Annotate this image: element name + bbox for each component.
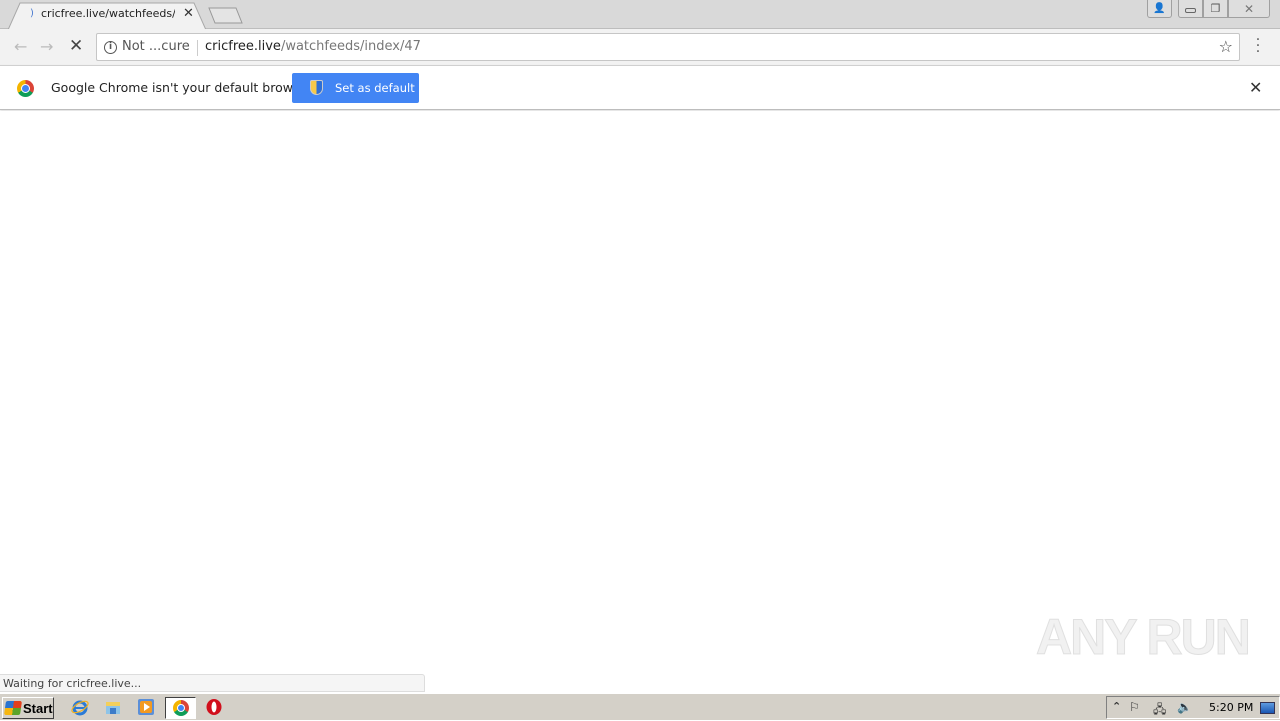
stop-button[interactable]: ✕ [69,36,83,56]
clock[interactable]: 5:20 PM [1209,701,1253,714]
security-chip[interactable]: Not ...cure [122,39,190,54]
tab-close-button[interactable]: ✕ [183,6,194,21]
show-hidden-icons-button[interactable]: ⌃ [1112,700,1121,713]
volume-icon[interactable]: 🔈 [1177,700,1192,714]
system-tray: ⌃ ⚐ 🖧 🔈 5:20 PM [1106,696,1280,719]
taskbar: Start ⌃ ⚐ 🖧 🔈 5:20 PM [0,693,1280,720]
anyrun-watermark: ANY RUN [1036,609,1252,666]
profile-button[interactable]: 👤 [1147,0,1172,18]
set-as-default-button[interactable]: Set as default [292,73,419,103]
omnibox-divider [197,40,198,56]
minimize-icon [1185,8,1196,13]
browser-toolbar: ← → ✕ i Not ...cure cricfree.live/watchf… [0,29,1280,65]
close-window-button[interactable]: ✕ [1228,0,1270,18]
show-desktop-button[interactable] [1260,702,1275,714]
url-path: /watchfeeds/index/47 [280,39,421,54]
default-browser-infobar: Google Chrome isn't your default browser… [0,65,1280,110]
status-bubble: Waiting for cricfree.live... [0,674,425,692]
internet-explorer-icon[interactable] [71,698,89,716]
chrome-icon [173,700,189,716]
forward-button[interactable]: → [40,37,53,56]
start-button[interactable]: Start [2,697,54,719]
close-icon: ✕ [1243,1,1255,16]
uac-shield-icon [310,80,323,95]
info-icon[interactable]: i [104,41,117,54]
windows-explorer-icon[interactable] [104,698,122,716]
action-center-flag-icon[interactable]: ⚐ [1129,700,1140,714]
chrome-logo-icon [17,80,34,97]
infobar-message: Google Chrome isn't your default browser [51,80,313,95]
restore-button[interactable]: ❐ [1203,0,1228,18]
url-text[interactable]: cricfree.live/watchfeeds/index/47 [205,39,421,54]
chrome-menu-button[interactable]: · · · [1254,33,1262,59]
page-content [0,111,1280,693]
tab-title: cricfree.live/watchfeeds/index/47 [41,7,175,20]
back-button[interactable]: ← [14,37,27,56]
bookmark-star-icon[interactable]: ☆ [1219,37,1233,56]
title-bar: ) cricfree.live/watchfeeds/index/47 ✕ 👤 … [0,0,1280,30]
start-label: Start [23,700,53,716]
person-icon: 👤 [1153,3,1166,14]
media-player-icon[interactable] [137,698,155,716]
chrome-taskbar-button[interactable] [165,697,196,719]
window-controls: 👤 ❐ ✕ [1147,0,1270,18]
infobar-close-button[interactable]: ✕ [1249,78,1262,97]
opera-icon[interactable] [205,698,223,716]
minimize-button[interactable] [1178,0,1203,18]
address-bar[interactable]: i Not ...cure cricfree.live/watchfeeds/i… [96,33,1240,61]
network-icon[interactable]: 🖧 [1153,700,1166,721]
restore-icon: ❐ [1210,2,1221,15]
new-tab-button[interactable] [208,7,243,24]
set-as-default-label: Set as default [335,81,415,95]
windows-logo-icon [4,701,22,715]
url-host: cricfree.live [205,39,281,54]
loading-spinner-icon: ) [30,8,34,19]
